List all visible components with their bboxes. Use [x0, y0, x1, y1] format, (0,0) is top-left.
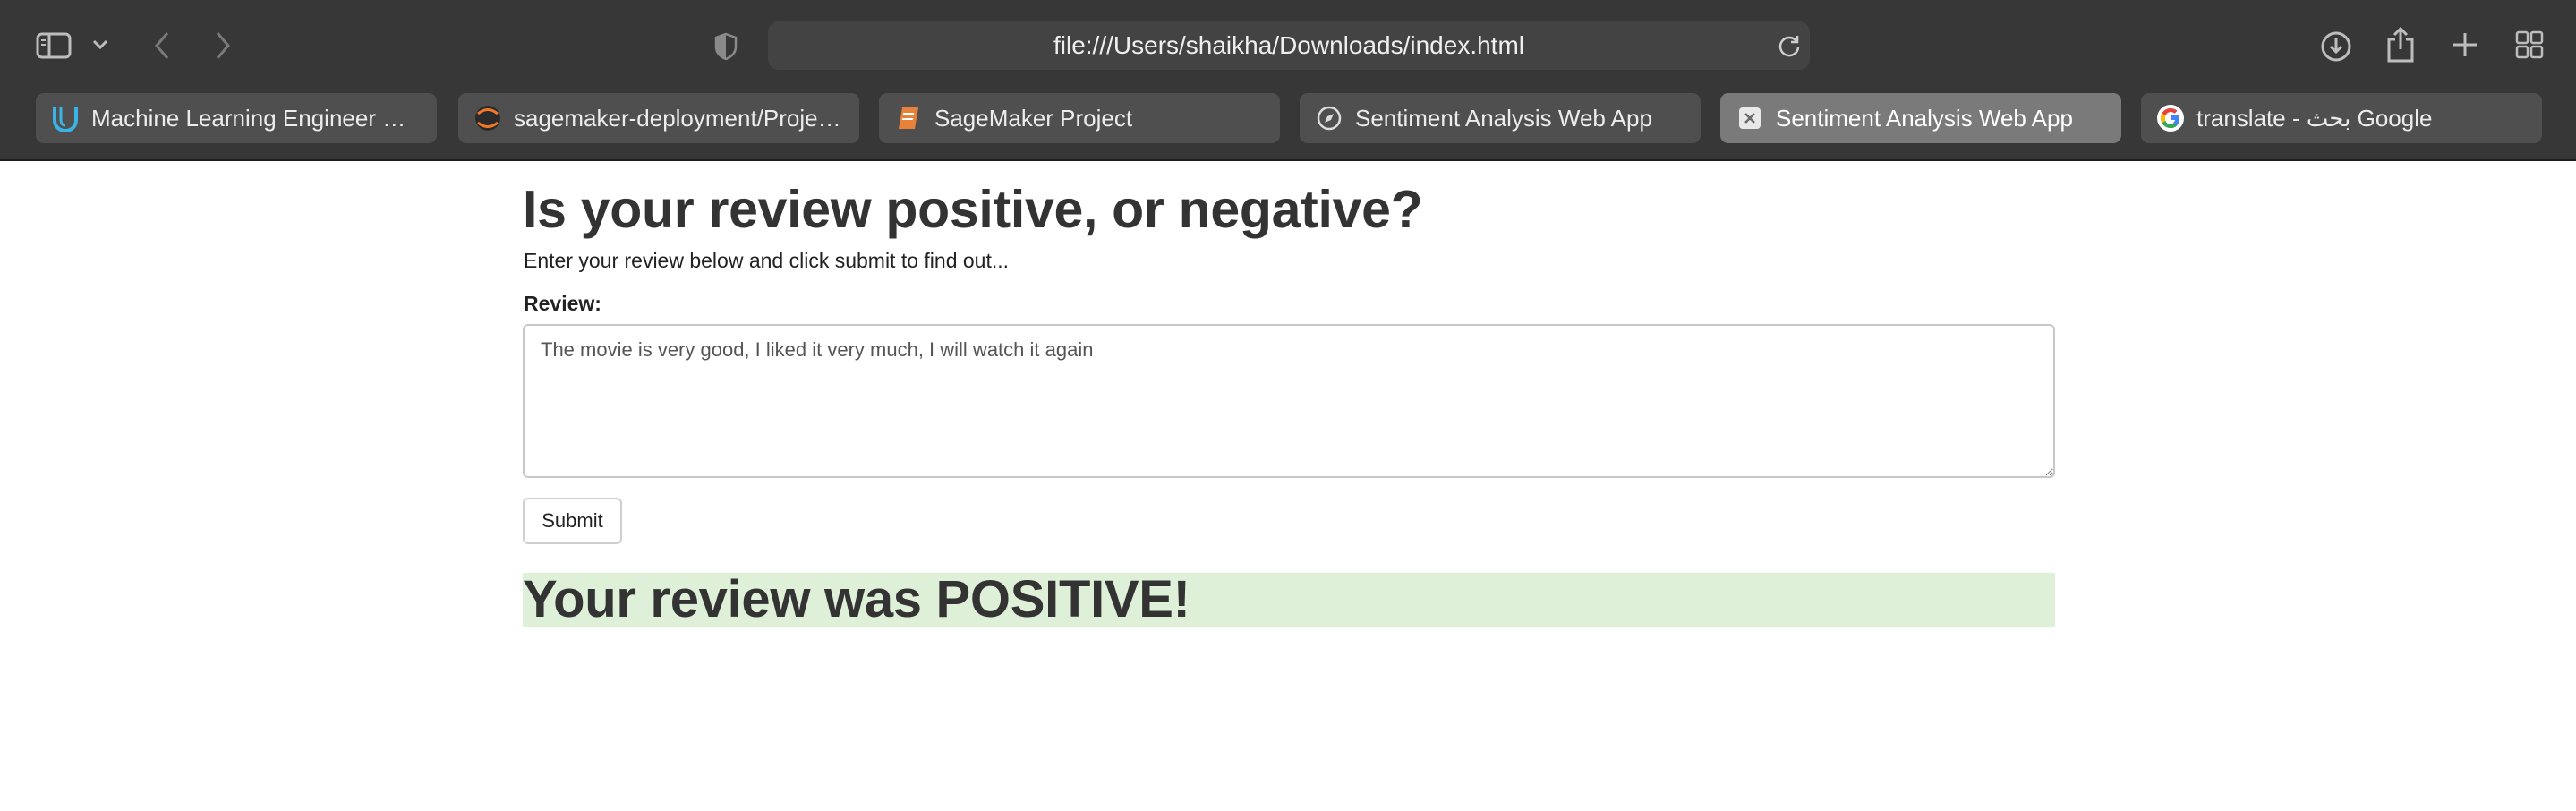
compass-icon: [1314, 103, 1344, 133]
page-title: Is your review positive, or negative?: [523, 180, 1423, 239]
tab-title: SageMaker Project: [934, 104, 1133, 132]
google-icon: [2155, 103, 2186, 133]
tab-sentiment-analysis[interactable]: Sentiment Analysis Web App: [1300, 93, 1701, 143]
intro-text: Enter your review below and click submit…: [524, 249, 1010, 272]
download-icon[interactable]: [2318, 29, 2354, 64]
review-textarea[interactable]: The movie is very good, I liked it very …: [523, 324, 2055, 478]
udacity-icon: [50, 103, 81, 133]
tab-machine-learning[interactable]: Machine Learning Engineer Na...: [36, 93, 437, 143]
review-label: Review:: [524, 292, 601, 315]
browser-toolbar: file:///Users/shaikha/Downloads/index.ht…: [0, 0, 2576, 91]
submit-button[interactable]: Submit: [523, 498, 622, 544]
tab-title: Sentiment Analysis Web App: [1355, 104, 1652, 132]
notebook-icon: [893, 103, 924, 133]
browser-chrome: file:///Users/shaikha/Downloads/index.ht…: [0, 0, 2576, 161]
share-icon[interactable]: [2384, 25, 2417, 64]
url-text[interactable]: file:///Users/shaikha/Downloads/index.ht…: [768, 21, 1810, 70]
chevron-down-icon[interactable]: [90, 34, 111, 55]
tab-title: Sentiment Analysis Web App: [1776, 104, 2073, 132]
privacy-shield-icon[interactable]: [712, 30, 739, 63]
tab-bar: Machine Learning Engineer Na... sagemake…: [0, 93, 2576, 145]
reload-icon[interactable]: [1776, 32, 1803, 59]
tab-sagemaker-deployment[interactable]: sagemaker-deployment/Projec...: [458, 93, 859, 143]
forward-icon[interactable]: [209, 29, 236, 63]
tab-title: Machine Learning Engineer Na...: [91, 104, 432, 132]
tab-title: translate - بحث Google: [2196, 104, 2433, 132]
tab-translate-google[interactable]: translate - بحث Google: [2141, 93, 2542, 143]
tab-title: sagemaker-deployment/Projec...: [514, 104, 849, 132]
back-icon[interactable]: [149, 29, 175, 63]
tab-sentiment-analysis-active[interactable]: Sentiment Analysis Web App: [1720, 93, 2121, 143]
address-bar[interactable]: file:///Users/shaikha/Downloads/index.ht…: [768, 21, 1810, 70]
jupyter-icon: [473, 103, 503, 133]
tab-overview-icon[interactable]: [2513, 29, 2546, 61]
tab-sagemaker-project[interactable]: SageMaker Project: [879, 93, 1280, 143]
sidebar-icon[interactable]: [34, 30, 73, 61]
close-tab-icon[interactable]: [1735, 103, 1765, 133]
new-tab-icon[interactable]: [2449, 29, 2481, 61]
result-banner: Your review was POSITIVE!: [523, 573, 2055, 627]
